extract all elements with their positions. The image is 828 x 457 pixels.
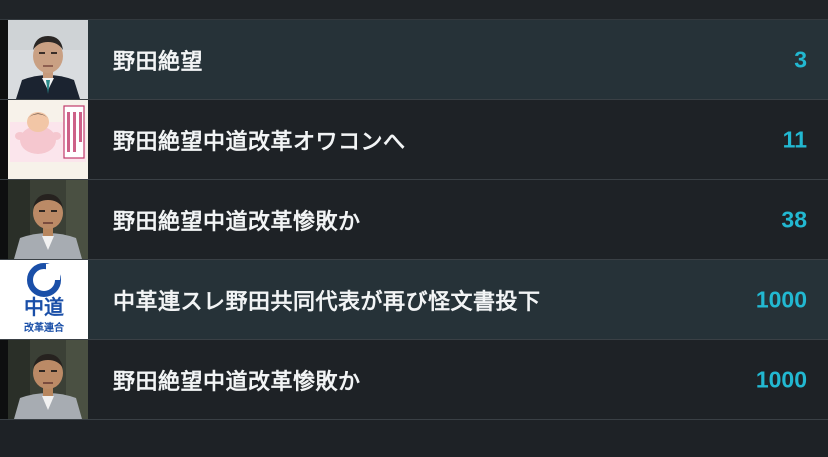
thumbnail-frame xyxy=(0,20,88,99)
list-footer-space xyxy=(0,420,828,457)
thread-row[interactable]: 野田絶望中道改革オワコンへ 11 xyxy=(0,100,828,180)
thumbnail xyxy=(8,20,88,99)
cartoon-illustration-icon xyxy=(8,100,88,179)
thread-title: 野田絶望中道改革惨敗か xyxy=(113,209,361,235)
reply-count: 3 xyxy=(794,46,807,72)
thread-list: 野田絶望 3 野田絶望中道改革オワコンへ 11 野田絶望中道改革惨敗か 38 中… xyxy=(0,20,828,420)
man-in-suit-portrait-icon xyxy=(8,340,88,419)
top-bar xyxy=(0,0,828,20)
thumbnail xyxy=(8,100,88,179)
thumbnail: 中道 改革連合 xyxy=(0,260,88,339)
thread-row[interactable]: 野田絶望 3 xyxy=(0,20,828,100)
thumbnail-frame xyxy=(0,100,88,179)
reply-count: 1000 xyxy=(755,366,807,392)
logo-subtext: 改革連合 xyxy=(24,321,65,334)
thread-row[interactable]: 中道 改革連合 中革連スレ野田共同代表が再び怪文書投下 1000 xyxy=(0,260,828,340)
thumbnail-frame xyxy=(0,340,88,419)
thumbnail xyxy=(8,180,88,259)
thread-row[interactable]: 野田絶望中道改革惨敗か 38 xyxy=(0,180,828,260)
man-in-suit-portrait-icon xyxy=(8,180,88,259)
thread-row[interactable]: 野田絶望中道改革惨敗か 1000 xyxy=(0,340,828,420)
reply-count: 38 xyxy=(781,206,807,232)
logo-text: 中道 xyxy=(24,295,64,319)
party-logo-icon: 中道 改革連合 xyxy=(0,260,88,339)
reply-count: 1000 xyxy=(755,286,807,312)
thread-title: 中革連スレ野田共同代表が再び怪文書投下 xyxy=(113,289,541,315)
thumbnail xyxy=(8,340,88,419)
man-in-suit-portrait-icon xyxy=(8,20,88,99)
reply-count: 11 xyxy=(782,126,807,152)
thread-title: 野田絶望中道改革オワコンへ xyxy=(113,129,406,155)
thumbnail-frame: 中道 改革連合 xyxy=(0,260,88,339)
thread-title: 野田絶望中道改革惨敗か xyxy=(113,369,361,395)
thumbnail-frame xyxy=(0,180,88,259)
thread-title: 野田絶望 xyxy=(113,49,204,75)
